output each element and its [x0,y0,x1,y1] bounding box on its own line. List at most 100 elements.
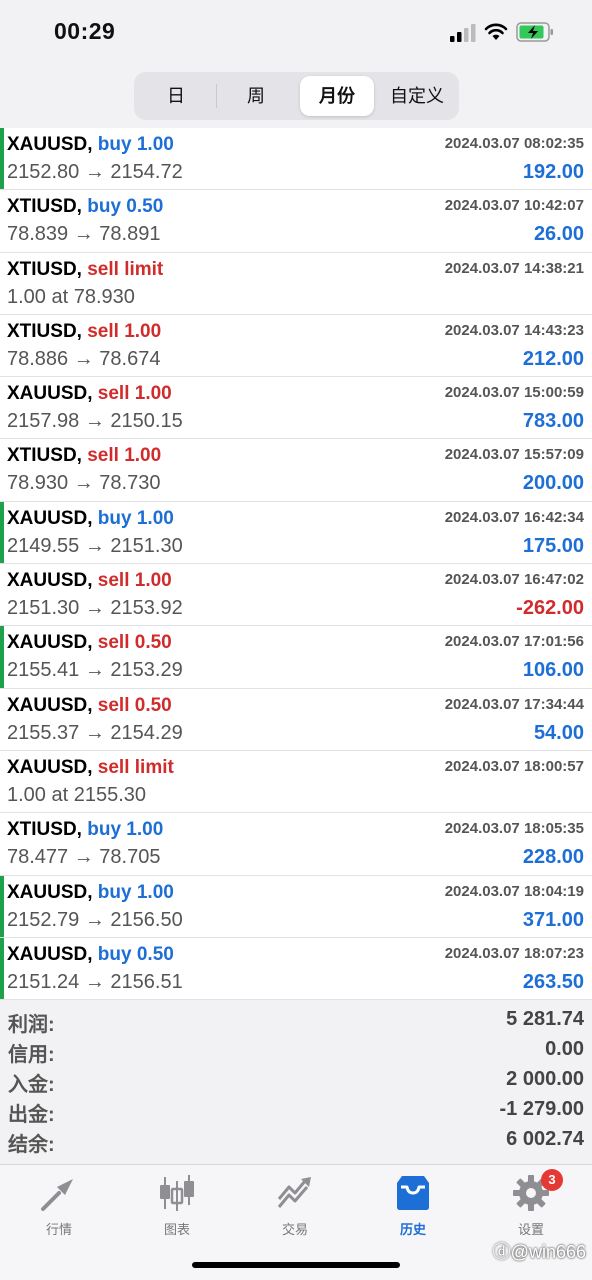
trade-datetime: 2024.03.07 08:02:35 [444,135,584,152]
summary-row: 结余: 6 002.74 [0,1126,592,1156]
tab-trade-label: 交易 [281,1222,308,1237]
trade-title: XAUUSD, sell limit [7,757,174,779]
tab-settings-label: 设置 [517,1222,544,1237]
trade-action: sell 0.50 [97,632,172,654]
trade-title: XAUUSD, sell 1.00 [7,570,172,592]
trade-row[interactable]: XTIUSD, buy 1.00 2024.03.07 18:05:35 78.47… [0,813,592,876]
trade-datetime: 2024.03.07 17:34:44 [444,695,584,713]
chart-icon [160,1175,194,1211]
trade-title: XTIUSD, buy 0.50 [7,196,163,218]
trade-symbol: XAUUSD, [7,570,93,592]
trade-symbol: XTIUSD, [7,258,82,280]
summary-row: 入金: 2 000.00 [0,1066,592,1096]
tab-settings[interactable]: 3 设置 [491,1169,571,1238]
trade-prices: 2157.98 → 2150.15 [7,410,183,433]
trade-row[interactable]: XAUUSD, sell 1.00 2024.03.07 15:00:59 2157… [0,377,592,440]
trade-title: XTIUSD, sell 1.00 [7,321,161,343]
summary-value: 6 002.74 [506,1128,584,1150]
trade-prices: 2155.41 → 2153.29 [7,659,183,682]
trade-row[interactable]: XAUUSD, buy 1.00 2024.03.07 18:04:19 2152.… [0,875,592,938]
tab-history[interactable]: 历史 [373,1173,453,1238]
summary-row: 出金: -1 279.00 [0,1096,592,1126]
trade-title: XAUUSD, buy 1.00 [7,508,174,530]
summary-value: 2 000.00 [506,1068,584,1090]
trade-title: XTIUSD, sell 1.00 [7,445,161,467]
tab-quotes-label: 行情 [45,1222,72,1237]
trade-symbol: XAUUSD, [7,756,93,778]
summary-label: 出金: [8,1104,55,1126]
tab-month[interactable]: 月份 [300,76,374,116]
trade-datetime: 2024.03.07 18:04:19 [444,882,584,900]
trade-profit: -262.00 [516,597,584,620]
settings-badge: 3 [541,1169,563,1191]
trade-datetime: 2024.03.07 10:42:07 [444,197,584,215]
account-summary: 利润: 5 281.74 信用: 0.00 入金: 2 000.00 出金: -1 279.0… [0,1006,592,1156]
trade-row[interactable]: XAUUSD, buy 1.00 2024.03.07 16:42:34 2149.… [0,501,592,565]
trade-datetime: 2024.03.07 16:42:34 [444,508,584,526]
trade-profit: 192.00 [522,161,584,183]
watermark: ⓓ@win666 [492,1242,586,1262]
tab-trade[interactable]: 交易 [255,1173,335,1238]
trade-title: XAUUSD, buy 1.00 [7,134,174,156]
tab-day[interactable]: 日 [138,76,214,116]
trade-symbol: XTIUSD, [7,819,82,841]
trade-title: XAUUSD, buy 0.50 [7,944,174,966]
trade-prices: 2149.55 → 2151.30 [7,534,183,557]
trade-title: XAUUSD, sell 0.50 [7,695,172,717]
trade-title: XAUUSD, sell 1.00 [7,383,172,405]
trade-profit: 371.00 [522,908,584,931]
tab-charts-label: 图表 [163,1222,190,1237]
trade-symbol: XTIUSD, [7,445,82,467]
history-icon [397,1176,429,1210]
tab-custom[interactable]: 自定义 [378,76,456,116]
trade-action: buy 1.00 [97,881,174,903]
trade-prices: 2155.37 → 2154.29 [7,721,183,744]
trade-prices: 2151.24 → 2156.51 [7,970,183,993]
trade-action: sell 0.50 [97,694,172,716]
tab-week[interactable]: 周 [218,76,294,116]
trade-title: XTIUSD, buy 1.00 [7,819,163,841]
trade-row[interactable]: XTIUSD, sell limit 2024.03.07 14:38:21 1.0… [0,253,592,315]
trade-profit: 26.00 [533,223,584,246]
trade-datetime: 2024.03.07 16:47:02 [444,571,584,589]
trade-datetime: 2024.03.07 18:00:57 [444,757,584,775]
trade-profit: 175.00 [522,534,584,557]
trade-datetime: 2024.03.07 15:57:09 [444,446,584,464]
trade-action: buy 1.00 [87,819,164,841]
segment-divider [216,84,217,108]
status-bar: 00:29 [0,0,592,66]
tab-quotes[interactable]: 行情 [19,1173,99,1238]
trade-row[interactable]: XTIUSD, sell 1.00 2024.03.07 15:57:09 78.9… [0,439,592,502]
trade-row[interactable]: XAUUSD, sell 0.50 2024.03.07 17:34:44 2155… [0,689,592,751]
trade-history-list: XAUUSD, buy 1.00 2024.03.07 08:02:35 2152.… [0,128,592,1001]
trade-action: buy 1.00 [97,507,174,529]
period-segmented-control: 日 周 月份 自定义 [134,72,459,120]
trade-row[interactable]: XTIUSD, sell 1.00 2024.03.07 14:43:23 78.8… [0,315,592,378]
trade-symbol: XAUUSD, [7,383,93,405]
trade-prices: 1.00 at 78.930 [7,285,135,308]
trade-row[interactable]: XAUUSD, sell limit 2024.03.07 18:00:57 1.0… [0,751,592,814]
trade-action: sell 1.00 [87,320,162,342]
status-time: 00:29 [54,18,116,44]
trade-profit: 212.00 [522,347,584,370]
trade-row[interactable]: XAUUSD, buy 1.00 2024.03.07 08:02:35 2152.… [0,128,592,191]
trade-symbol: XAUUSD, [7,943,93,965]
home-indicator [192,1262,400,1268]
trade-symbol: XTIUSD, [7,196,82,218]
trade-action: sell limit [97,756,174,778]
summary-row: 利润: 5 281.74 [0,1006,592,1036]
trade-profit: 783.00 [522,410,584,433]
cellular-signal-icon [450,24,476,42]
trade-row[interactable]: XAUUSD, buy 0.50 2024.03.07 18:07:23 2151.… [0,937,592,1001]
tab-charts[interactable]: 图表 [137,1173,217,1238]
summary-value: 0.00 [545,1038,584,1060]
trade-row[interactable]: XTIUSD, buy 0.50 2024.03.07 10:42:07 78.83… [0,190,592,253]
trade-symbol: XAUUSD, [7,632,93,654]
summary-value: 5 281.74 [506,1008,584,1030]
trade-profit: 263.50 [522,970,584,993]
trade-profit: 228.00 [522,846,584,869]
trade-row[interactable]: XAUUSD, sell 1.00 2024.03.07 16:47:02 2151… [0,564,592,627]
trade-row[interactable]: XAUUSD, sell 0.50 2024.03.07 17:01:56 2155… [0,626,592,689]
trade-title: XAUUSD, sell 0.50 [7,632,172,654]
trade-symbol: XAUUSD, [7,507,93,529]
